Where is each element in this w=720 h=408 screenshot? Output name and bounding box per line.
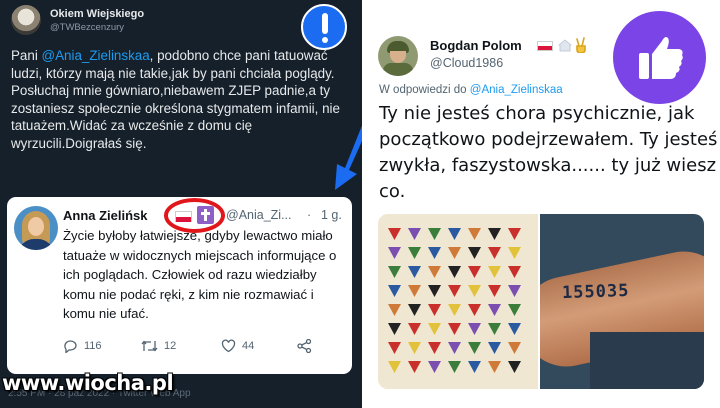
author-avatar[interactable]: [378, 36, 418, 76]
arrow-down-left-icon: [335, 125, 362, 190]
author-avatar[interactable]: [11, 5, 41, 35]
tweet-text: Ty nie jesteś chora psychicznie, jak poc…: [379, 103, 718, 202]
mention-link[interactable]: @Ania_Zielinskaa: [42, 48, 150, 63]
retweet-button[interactable]: 12: [141, 339, 176, 353]
tattoo-number: 155035: [561, 280, 630, 304]
tweet-time[interactable]: 1 g.: [321, 208, 342, 222]
share-button[interactable]: [297, 339, 312, 353]
author-handle[interactable]: @Cloud1986: [430, 56, 503, 70]
like-count: 44: [242, 340, 255, 352]
reply-count: 116: [84, 340, 102, 352]
poland-flag-icon: [537, 41, 553, 51]
quoted-tweet-text: Życie byłoby łatwiejsze, gdyby lewactwo …: [63, 228, 337, 322]
victory-hand-icon: [576, 37, 586, 53]
quoted-author-name[interactable]: Anna Zielińsk: [63, 208, 148, 223]
like-button[interactable]: 44: [221, 339, 254, 353]
left-tweet-panel: Okiem Wiejskiego @TWBezcenzury Pani @Ani…: [0, 0, 362, 408]
reply-context: W odpowiedzi do @Ania_Zielinskaa: [379, 84, 563, 96]
exclamation-icon: [301, 4, 347, 50]
author-name[interactable]: Okiem Wiejskiego: [50, 8, 144, 20]
separator-dot: ·: [307, 208, 312, 222]
author-handle[interactable]: @TWBezcenzury: [50, 22, 124, 33]
right-tweet-panel: Bogdan Polom @Cloud1986 W odpowiedzi do …: [366, 0, 720, 408]
reply-icon: [64, 340, 77, 353]
tattooed-arm-image[interactable]: 155035: [540, 214, 704, 389]
reply-button[interactable]: 116: [63, 339, 102, 353]
retweet-count: 12: [164, 340, 177, 352]
share-icon: [297, 339, 312, 353]
author-name[interactable]: Bogdan Polom: [430, 38, 522, 53]
quoted-tweet[interactable]: Anna Zielińsk @Ania_Zi... · 1 g. Życie b…: [7, 197, 352, 374]
tweet-actions: 116 12 44: [63, 339, 333, 355]
watermark: www.wiocha.pl: [2, 371, 174, 395]
thumbs-up-icon: [613, 11, 706, 104]
quoted-author-avatar[interactable]: [14, 206, 58, 250]
heart-icon: [221, 339, 236, 353]
camp-badges-chart-image[interactable]: [378, 214, 538, 389]
quoted-author-handle[interactable]: @Ania_Zi...: [226, 208, 292, 222]
retweet-icon: [141, 340, 158, 352]
house-icon: [558, 39, 572, 52]
tweet-text: Pani @Ania_Zielinskaa, podobno chce pani…: [11, 48, 340, 151]
reply-mention-link[interactable]: @Ania_Zielinskaa: [470, 84, 563, 96]
